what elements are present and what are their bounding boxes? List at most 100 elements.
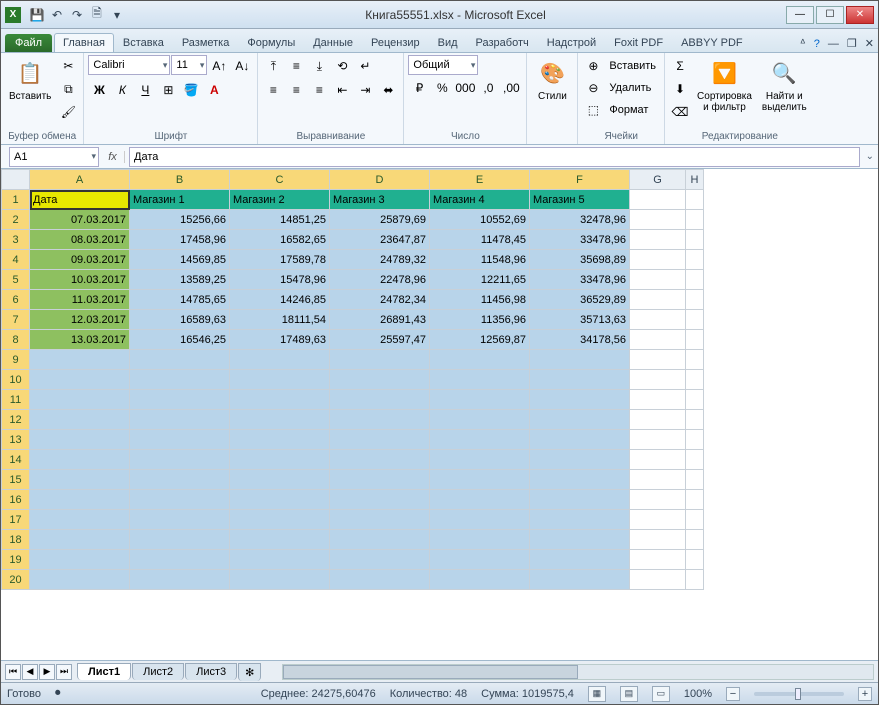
- row-header-1[interactable]: 1: [2, 190, 30, 210]
- sheet-nav-last[interactable]: ⏭: [56, 664, 72, 680]
- cell-D18[interactable]: [330, 530, 430, 550]
- view-normal-icon[interactable]: ▦: [588, 686, 606, 702]
- align-left-icon[interactable]: ≡: [262, 79, 284, 101]
- cells-insert-button[interactable]: ⊕Вставить: [582, 55, 660, 77]
- sheet-tab-new[interactable]: ✻: [238, 663, 261, 681]
- cell-A17[interactable]: [30, 510, 130, 530]
- sheet-tab-2[interactable]: Лист2: [132, 663, 184, 680]
- cell-D15[interactable]: [330, 470, 430, 490]
- cell-D11[interactable]: [330, 390, 430, 410]
- cell-F18[interactable]: [530, 530, 630, 550]
- tab-review[interactable]: Рецензир: [362, 33, 429, 52]
- cell-C8[interactable]: 17489,63: [230, 330, 330, 350]
- find-select-button[interactable]: 🔍 Найти и выделить: [758, 55, 811, 115]
- cell-B1[interactable]: Магазин 1: [130, 190, 230, 210]
- cell-B10[interactable]: [130, 370, 230, 390]
- row-header-5[interactable]: 5: [2, 270, 30, 290]
- cell-E11[interactable]: [430, 390, 530, 410]
- row-header-13[interactable]: 13: [2, 430, 30, 450]
- tab-formulas[interactable]: Формулы: [238, 33, 304, 52]
- cell-A16[interactable]: [30, 490, 130, 510]
- align-middle-icon[interactable]: ≡: [285, 55, 307, 77]
- cell-F17[interactable]: [530, 510, 630, 530]
- cell-C10[interactable]: [230, 370, 330, 390]
- cell-A11[interactable]: [30, 390, 130, 410]
- paste-button[interactable]: 📋 Вставить: [5, 55, 55, 104]
- shrink-font-icon[interactable]: A↓: [231, 55, 253, 77]
- cell-E14[interactable]: [430, 450, 530, 470]
- col-header-G[interactable]: G: [630, 170, 686, 190]
- row-header-7[interactable]: 7: [2, 310, 30, 330]
- cell-E6[interactable]: 11456,98: [430, 290, 530, 310]
- tab-addins[interactable]: Надстрой: [538, 33, 605, 52]
- cell-C2[interactable]: 14851,25: [230, 210, 330, 230]
- cell-E20[interactable]: [430, 570, 530, 590]
- sheet-nav-first[interactable]: ⏮: [5, 664, 21, 680]
- align-bottom-icon[interactable]: ⤓: [308, 55, 330, 77]
- col-header-E[interactable]: E: [430, 170, 530, 190]
- qat-undo-icon[interactable]: ↶: [47, 5, 67, 25]
- cells-delete-button[interactable]: ⊖Удалить: [582, 77, 655, 99]
- sheet-nav-prev[interactable]: ◀: [22, 664, 38, 680]
- cell-A4[interactable]: 09.03.2017: [30, 250, 130, 270]
- cell-D4[interactable]: 24789,32: [330, 250, 430, 270]
- cell-B11[interactable]: [130, 390, 230, 410]
- cell-C6[interactable]: 14246,85: [230, 290, 330, 310]
- fill-icon[interactable]: ⬇: [669, 78, 691, 100]
- cell-B14[interactable]: [130, 450, 230, 470]
- number-format-combo[interactable]: Общий: [408, 55, 478, 75]
- cell-A6[interactable]: 11.03.2017: [30, 290, 130, 310]
- copy-icon[interactable]: ⧉: [57, 78, 79, 100]
- cell-F3[interactable]: 33478,96: [530, 230, 630, 250]
- cell-B15[interactable]: [130, 470, 230, 490]
- row-header-19[interactable]: 19: [2, 550, 30, 570]
- workbook-close-icon[interactable]: ✕: [861, 35, 878, 52]
- row-header-20[interactable]: 20: [2, 570, 30, 590]
- currency-icon[interactable]: ₽: [408, 77, 430, 99]
- col-header-C[interactable]: C: [230, 170, 330, 190]
- cell-B3[interactable]: 17458,96: [130, 230, 230, 250]
- cell-E8[interactable]: 12569,87: [430, 330, 530, 350]
- comma-icon[interactable]: 000: [454, 77, 476, 99]
- row-header-17[interactable]: 17: [2, 510, 30, 530]
- row-header-12[interactable]: 12: [2, 410, 30, 430]
- cell-F2[interactable]: 32478,96: [530, 210, 630, 230]
- cell-C4[interactable]: 17589,78: [230, 250, 330, 270]
- border-button[interactable]: ⊞: [157, 79, 179, 101]
- cell-A7[interactable]: 12.03.2017: [30, 310, 130, 330]
- tab-foxit[interactable]: Foxit PDF: [605, 33, 672, 52]
- fx-icon[interactable]: fx: [101, 151, 125, 163]
- cell-E7[interactable]: 11356,96: [430, 310, 530, 330]
- select-all-corner[interactable]: [2, 170, 30, 190]
- cell-D9[interactable]: [330, 350, 430, 370]
- inc-decimal-icon[interactable]: ,0: [477, 77, 499, 99]
- zoom-level[interactable]: 100%: [684, 688, 712, 700]
- cells-format-button[interactable]: ⬚Формат: [582, 99, 652, 121]
- ribbon-minimize-icon[interactable]: ᐞ: [796, 35, 810, 52]
- italic-button[interactable]: К: [111, 79, 133, 101]
- cell-A10[interactable]: [30, 370, 130, 390]
- zoom-slider[interactable]: [754, 692, 844, 696]
- cell-E18[interactable]: [430, 530, 530, 550]
- cell-B2[interactable]: 15256,66: [130, 210, 230, 230]
- sheet-nav-next[interactable]: ▶: [39, 664, 55, 680]
- tab-abbyy[interactable]: ABBYY PDF: [672, 33, 752, 52]
- cell-F1[interactable]: Магазин 5: [530, 190, 630, 210]
- underline-button[interactable]: Ч: [134, 79, 156, 101]
- cell-A15[interactable]: [30, 470, 130, 490]
- cell-F5[interactable]: 33478,96: [530, 270, 630, 290]
- font-name-combo[interactable]: Calibri: [88, 55, 170, 75]
- cell-B12[interactable]: [130, 410, 230, 430]
- align-right-icon[interactable]: ≡: [308, 79, 330, 101]
- cell-B18[interactable]: [130, 530, 230, 550]
- qat-save-icon[interactable]: 💾: [27, 5, 47, 25]
- autosum-icon[interactable]: Σ: [669, 55, 691, 77]
- cell-C9[interactable]: [230, 350, 330, 370]
- cell-C16[interactable]: [230, 490, 330, 510]
- percent-icon[interactable]: %: [431, 77, 453, 99]
- cell-B6[interactable]: 14785,65: [130, 290, 230, 310]
- close-button[interactable]: ✕: [846, 6, 874, 24]
- worksheet-grid[interactable]: ABCDEFGH1ДатаМагазин 1Магазин 2Магазин 3…: [1, 169, 878, 629]
- row-header-6[interactable]: 6: [2, 290, 30, 310]
- cell-A12[interactable]: [30, 410, 130, 430]
